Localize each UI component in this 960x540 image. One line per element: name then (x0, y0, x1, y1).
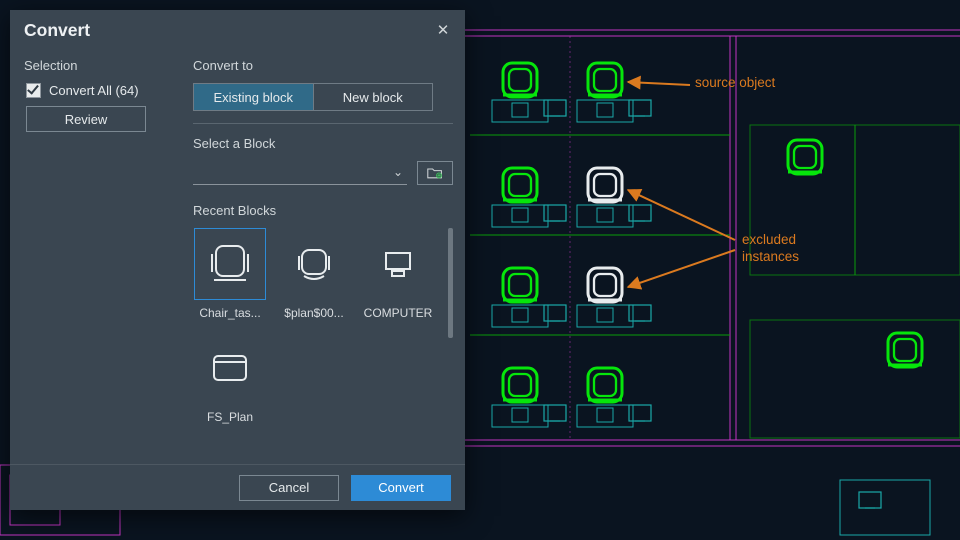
recent-block-tile[interactable]: $plan$00... (277, 228, 351, 320)
convert-dialog: Convert ✕ Selection Convert All (64) Rev… (10, 10, 465, 510)
computer-icon (383, 249, 413, 279)
close-icon[interactable]: ✕ (433, 20, 453, 40)
browse-block-button[interactable] (417, 161, 453, 185)
recent-block-label: FS_Plan (194, 410, 266, 424)
folder-plus-icon (427, 166, 443, 180)
convert-all-checkbox[interactable] (26, 83, 41, 98)
block-combobox[interactable]: ⌄ (193, 161, 407, 185)
recent-blocks-heading: Recent Blocks (193, 201, 453, 218)
convert-button[interactable]: Convert (351, 475, 451, 501)
table-icon (210, 350, 250, 386)
convert-all-label: Convert All (64) (49, 83, 139, 98)
select-block-heading: Select a Block (193, 134, 453, 151)
convert-to-toggle: Existing block New block (193, 83, 433, 111)
dialog-title: Convert (24, 20, 90, 41)
chevron-down-icon: ⌄ (393, 165, 403, 179)
recent-block-label: COMPUTER (362, 306, 434, 320)
recent-block-tile[interactable]: COMPUTER (361, 228, 435, 320)
recent-block-label: $plan$00... (278, 306, 350, 320)
review-button[interactable]: Review (26, 106, 146, 132)
dialog-footer: Cancel Convert (10, 464, 465, 510)
recent-block-label: Chair_tas... (194, 306, 266, 320)
toggle-existing-block[interactable]: Existing block (194, 84, 313, 110)
chair-icon (296, 244, 332, 284)
cancel-button[interactable]: Cancel (239, 475, 339, 501)
toggle-new-block[interactable]: New block (313, 84, 433, 110)
recent-block-tile[interactable]: FS_Plan (193, 332, 267, 424)
scrollbar-thumb[interactable] (448, 228, 453, 338)
convert-to-panel: Convert to Existing block New block Sele… (193, 56, 453, 464)
convert-to-heading: Convert to (193, 56, 453, 73)
recent-block-tile[interactable]: Chair_tas... (193, 228, 267, 320)
dialog-titlebar: Convert ✕ (10, 10, 465, 50)
recent-blocks-area: Chair_tas... $plan$00... (193, 226, 453, 464)
divider (193, 123, 453, 124)
selection-heading: Selection (24, 56, 179, 73)
selection-panel: Selection Convert All (64) Review (24, 56, 179, 464)
chair-icon (210, 242, 250, 286)
